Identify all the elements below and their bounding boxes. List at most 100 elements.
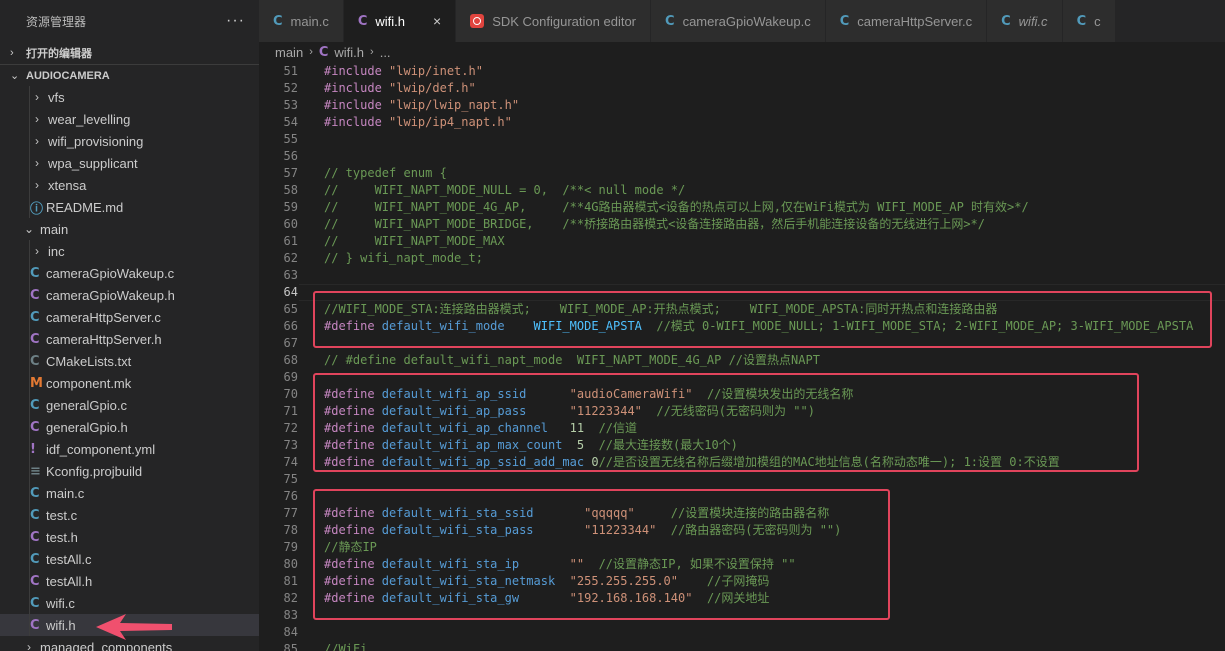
breadcrumb-symbol[interactable]: ... — [380, 45, 391, 60]
chevron-right-icon: › — [35, 244, 39, 258]
code-token: // } wifi_napt_mode_t; — [324, 251, 483, 265]
tree-file[interactable]: Mcomponent.mk — [0, 372, 259, 394]
tree-file[interactable]: CcameraGpioWakeup.c — [0, 262, 259, 284]
editor-tabs: Cmain.c Cwifi.h × SDK Configuration editor C… — [259, 0, 1225, 42]
tree-folder[interactable]: › inc — [0, 240, 259, 262]
code-token: 0 — [591, 455, 599, 469]
c-file-icon: C — [665, 13, 675, 29]
code-token: #include — [324, 115, 390, 129]
indent-guide — [29, 526, 30, 548]
editor-tab[interactable]: Cwifi.h × — [343, 0, 457, 42]
code-token: #define — [324, 387, 382, 401]
tree-folder[interactable]: ⌄ main — [0, 218, 259, 240]
code-token: //路由器密码(无密码则为 "") — [670, 523, 842, 537]
breadcrumb-folder[interactable]: main — [275, 45, 303, 60]
tree-file[interactable]: CtestAll.c — [0, 548, 259, 570]
line-number: 81 — [283, 574, 298, 588]
tree-file[interactable]: CcameraHttpServer.h — [0, 328, 259, 350]
code-token: //无线密码(无密码则为 "") — [656, 404, 815, 418]
editor-tab[interactable]: SDK Configuration editor — [456, 0, 652, 42]
tree-item-label: wifi_provisioning — [48, 133, 144, 149]
tree-file[interactable]: CgeneralGpio.h — [0, 416, 259, 438]
breadcrumb-file[interactable]: wifi.h — [334, 45, 364, 60]
code-token: #define — [324, 591, 382, 605]
code-line: 55 — [259, 131, 1225, 148]
tree-item-label: testAll.h — [46, 573, 93, 589]
code-token: #define — [324, 404, 382, 418]
tree-file[interactable]: ≡ Kconfig.projbuild — [0, 460, 259, 482]
c-file-icon: C — [30, 551, 40, 567]
open-editors-section[interactable]: › 打开的编辑器 — [0, 42, 259, 64]
editor-tab[interactable]: CcameraGpioWakeup.c — [651, 0, 826, 42]
tree-file[interactable]: CcameraGpioWakeup.h — [0, 284, 259, 306]
h-file-icon: C — [357, 13, 368, 29]
c-file-icon: C — [273, 13, 283, 29]
tree-folder[interactable]: › xtensa — [0, 174, 259, 196]
code-token: //静态IP — [324, 540, 377, 554]
tree-file[interactable]: ! idf_component.yml — [0, 438, 259, 460]
code-token: // WIFI_NAPT_MODE_4G_AP, /**4G路由器模式<设备的热… — [324, 200, 1029, 214]
code-line: 84 — [259, 624, 1225, 641]
code-line: 52 #include "lwip/def.h" — [259, 80, 1225, 97]
chevron-right-icon: › — [35, 112, 39, 126]
tree-file[interactable]: CtestAll.h — [0, 570, 259, 592]
tree-folder[interactable]: › vfs — [0, 86, 259, 108]
code-line: 58 // WIFI_NAPT_MODE_NULL = 0, /**< null … — [259, 182, 1225, 199]
code-token: default_wifi_ap_ssid_add_mac — [381, 455, 585, 469]
editor-tab[interactable]: Cmain.c — [259, 0, 344, 42]
code-token: default_wifi_sta_gw — [381, 591, 520, 605]
code-text: //WiFi — [324, 641, 367, 651]
indent-guide — [29, 196, 30, 218]
editor-tab[interactable]: Cc — [1062, 0, 1116, 42]
code-token: // WIFI_NAPT_MODE_NULL = 0, /**< null mo… — [324, 183, 686, 197]
editor-tab[interactable]: Cwifi.c — [987, 0, 1063, 42]
tree-folder[interactable]: › wpa_supplicant — [0, 152, 259, 174]
tree-item-label: main — [40, 221, 69, 237]
tree-folder[interactable]: › wifi_provisioning — [0, 130, 259, 152]
code-text: #define default_wifi_sta_gw "192.168.168… — [324, 590, 769, 607]
tree-file[interactable]: CcameraHttpServer.c — [0, 306, 259, 328]
chevron-down-icon: ⌄ — [10, 70, 20, 82]
tree-file[interactable]: Ctest.h — [0, 526, 259, 548]
code-line: 62 // } wifi_napt_mode_t; — [259, 250, 1225, 267]
line-number: 65 — [283, 302, 298, 316]
tree-item-label: idf_component.yml — [46, 441, 156, 457]
tree-file[interactable]: Cmain.c — [0, 482, 259, 504]
tree-folder[interactable]: › wear_levelling — [0, 108, 259, 130]
code-line: 61 // WIFI_NAPT_MODE_MAX — [259, 233, 1225, 250]
code-line: 73 #define default_wifi_ap_max_count 5 //… — [259, 437, 1225, 454]
tree-file[interactable]: Cwifi.c — [0, 592, 259, 614]
code-token: //设置模块连接的路由器名称 — [670, 506, 830, 520]
tree-file[interactable]: Ctest.c — [0, 504, 259, 526]
tree-file[interactable]: C CMakeLists.txt — [0, 350, 259, 372]
code-token: #define — [324, 319, 382, 333]
line-number: 52 — [283, 81, 298, 95]
code-editor[interactable]: 51 #include "lwip/inet.h" 52 #include "lwip… — [259, 62, 1225, 651]
editor-tab[interactable]: CcameraHttpServer.c — [825, 0, 988, 42]
code-token: "11223344" — [584, 523, 657, 537]
h-file-icon: C — [30, 529, 40, 545]
code-text: #define default_wifi_ap_channel 11 //信道 — [324, 420, 637, 437]
code-line: 64 — [259, 284, 1225, 301]
line-number: 62 — [283, 251, 298, 265]
code-token: default_wifi_sta_ssid — [381, 506, 534, 520]
tree-item-label: Kconfig.projbuild — [46, 463, 143, 479]
close-icon[interactable]: × — [433, 13, 441, 29]
code-token: //信道 — [598, 421, 638, 435]
tree-file[interactable]: ⓘ README.md — [0, 196, 259, 218]
h-file-icon: C — [30, 287, 40, 303]
more-actions-icon[interactable]: ··· — [226, 12, 245, 30]
code-token: #define — [324, 455, 382, 469]
code-token: default_wifi_ap_pass — [381, 404, 527, 418]
project-section[interactable]: ⌄ AUDIOCAMERA — [0, 64, 259, 86]
code-text: #define default_wifi_sta_ip "" //设置静态IP,… — [324, 556, 796, 573]
tree-file[interactable]: CgeneralGpio.c — [0, 394, 259, 416]
pointer-arrow-icon — [96, 614, 172, 640]
